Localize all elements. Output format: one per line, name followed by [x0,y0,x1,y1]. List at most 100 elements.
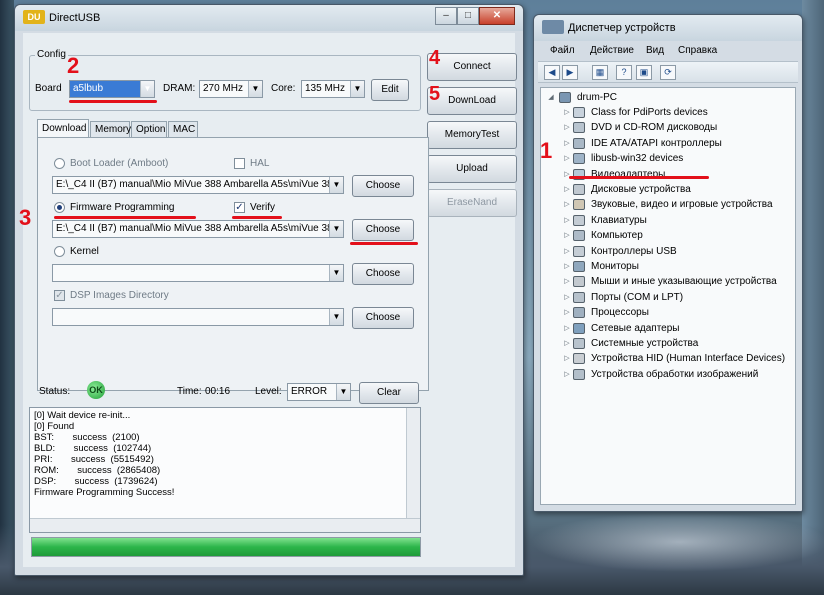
tree-item-label: DVD и CD-ROM дисководы [591,122,718,134]
tab-memory[interactable]: Memory [90,121,131,137]
annotation-underline-firmware [54,216,196,219]
device-manager-title: Диспетчер устройств [568,22,676,34]
memory-test-button[interactable]: MemoryTest [427,121,517,149]
tree-item-label: Устройства HID (Human Interface Devices) [591,353,786,365]
chevron-down-icon: ▼ [248,81,262,97]
download-tab-panel: Boot Loader (Amboot) HAL E:\_C4 II (B7) … [37,137,429,391]
chevron-down-icon: ▼ [336,384,350,400]
back-icon[interactable]: ◀ [544,65,560,80]
kernel-radio[interactable] [54,246,65,257]
tree-item-label: Мыши и иные указывающие устройства [591,276,777,288]
menu-view[interactable]: Вид [646,45,664,56]
expand-icon[interactable]: ▷ [563,305,571,320]
dsp-images-checkbox[interactable]: ✓ [54,290,65,301]
boot-loader-radio[interactable] [54,158,65,169]
dram-select[interactable]: 270 MHz ▼ [199,80,263,98]
properties-icon[interactable]: ▦ [592,65,608,80]
boot-loader-path-select[interactable]: E:\_C4 II (B7) manual\Mio MiVue 388 Amba… [52,176,344,194]
expand-icon[interactable]: ▷ [563,182,571,197]
log-horizontal-scrollbar[interactable] [30,518,420,532]
maximize-button[interactable]: □ [457,7,479,25]
expand-icon[interactable]: ▷ [563,321,571,336]
expand-icon[interactable]: ▷ [563,228,571,243]
chevron-down-icon: ▼ [350,81,364,97]
tree-item-label: Звуковые, видео и игровые устройства [591,199,773,211]
tree-item-label: Дисковые устройства [591,184,691,195]
dsp-images-label: DSP Images Directory [70,290,169,301]
device-manager-titlebar[interactable]: Диспетчер устройств [534,15,802,41]
tab-option[interactable]: Option [131,121,167,137]
close-button[interactable]: ✕ [479,7,515,25]
forward-icon[interactable]: ▶ [562,65,578,80]
expand-icon[interactable]: ▷ [563,336,571,351]
annotation-underline-verify [232,216,282,219]
directusb-titlebar[interactable]: DU DirectUSB – □ ✕ [15,5,523,31]
firmware-path-select[interactable]: E:\_C4 II (B7) manual\Mio MiVue 388 Amba… [52,220,344,238]
device-icon [573,199,585,211]
tree-item-label: Порты (COM и LPT) [591,291,684,303]
expand-icon[interactable]: ▷ [563,120,571,135]
dsp-choose-button[interactable]: Choose [352,307,414,329]
tree-item-label: Системные устройства [591,338,699,349]
expand-icon[interactable]: ▷ [563,151,571,166]
kernel-choose-button[interactable]: Choose [352,263,414,285]
connect-button[interactable]: Connect [427,53,517,81]
download-button[interactable]: DownLoad [427,87,517,115]
level-value: ERROR [291,386,328,397]
expand-icon[interactable]: ▷ [563,290,571,305]
edit-button[interactable]: Edit [371,79,409,101]
log-line: BLD: success (102744) [34,443,152,454]
expand-icon[interactable]: ▷ [563,367,571,382]
verify-checkbox[interactable]: ✓ [234,202,245,213]
erase-nand-button[interactable]: EraseNand [427,189,517,217]
board-select[interactable]: a5lbub ▼ [69,80,155,98]
firmware-programming-radio[interactable] [54,202,65,213]
progress-fill [32,538,420,556]
log-vertical-scrollbar[interactable] [406,408,420,518]
expand-icon[interactable]: ▷ [563,259,571,274]
expand-icon[interactable]: ▷ [563,351,571,366]
upload-button[interactable]: Upload [427,155,517,183]
expand-icon[interactable]: ▷ [563,105,571,120]
device-icon [573,368,585,380]
progress-bar [31,537,421,557]
expand-icon[interactable]: ▷ [563,244,571,259]
log-line: DSP: success (1739624) [34,476,158,487]
tree-item-label: Контроллеры USB [591,245,677,257]
core-label: Core: [271,83,296,94]
time-value: 00:16 [205,386,231,397]
expand-icon[interactable]: ▷ [563,136,571,151]
scan-icon[interactable]: ▣ [636,65,652,80]
expand-icon[interactable]: ▷ [563,197,571,212]
expand-icon[interactable]: ▷ [563,167,571,182]
hal-checkbox[interactable] [234,158,245,169]
tab-mac[interactable]: MAC [168,121,198,137]
kernel-path-select[interactable]: ▼ [52,264,344,282]
refresh-icon[interactable]: ⟳ [660,65,676,80]
menu-file[interactable]: Файл [550,45,575,56]
expand-icon[interactable]: ▷ [563,274,571,289]
firmware-choose-button[interactable]: Choose [352,219,414,241]
device-icon [573,322,585,334]
annotation-underline-choose [350,242,418,245]
dsp-path-select[interactable]: ▼ [52,308,344,326]
minimize-button[interactable]: – [435,7,457,25]
help-icon[interactable]: ? [616,65,632,80]
directusb-app-icon: DU [23,10,45,24]
clear-button[interactable]: Clear [359,382,419,404]
chevron-down-icon: ▼ [329,309,343,325]
expand-icon[interactable]: ▷ [563,213,571,228]
tab-download[interactable]: Download [37,119,89,137]
status-indicator: OK [87,381,105,399]
boot-loader-choose-button[interactable]: Choose [352,175,414,197]
log-output[interactable]: [0] Wait device re-init... [0] Found BST… [29,407,421,533]
core-select[interactable]: 135 MHz ▼ [301,80,365,98]
device-icon [573,338,585,349]
log-line: Firmware Programming Success! [34,487,175,498]
level-select[interactable]: ERROR ▼ [287,383,351,401]
menu-help[interactable]: Справка [678,45,717,56]
menu-action[interactable]: Действие [590,45,634,56]
annotation-number-1: 1 [540,138,553,163]
dram-label: DRAM: [163,83,196,94]
tree-item-label: Сетевые адаптеры [591,322,680,334]
